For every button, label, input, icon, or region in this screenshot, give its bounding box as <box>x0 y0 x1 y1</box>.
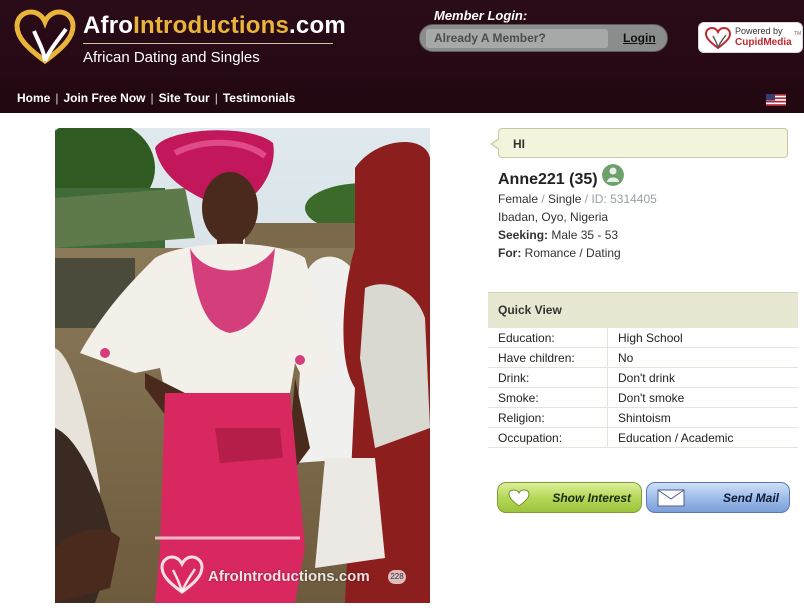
bubble-tail-inner <box>492 139 500 149</box>
nav-testimonials[interactable]: Testimonials <box>223 91 295 105</box>
nav-site-tour[interactable]: Site Tour <box>159 91 210 105</box>
show-interest-label: Show Interest <box>552 491 631 505</box>
quick-view-row: Occupation: Education / Academic <box>488 428 798 448</box>
main-nav: Home | Join Free Now | Site Tour | Testimonial… <box>17 91 295 105</box>
person-status-icon <box>602 164 624 186</box>
show-interest-button[interactable]: Show Interest <box>497 482 642 513</box>
nav-home[interactable]: Home <box>17 91 50 105</box>
profile-name: Anne221 (35) <box>498 171 598 188</box>
profile-seeking: Seeking: Male 35 - 53 <box>498 228 618 242</box>
quick-view-value: Education / Academic <box>618 431 734 445</box>
quick-view-label: Education: <box>488 328 608 347</box>
cupid-heart-icon <box>705 27 731 50</box>
member-login-input[interactable] <box>426 29 608 48</box>
profile-photo[interactable] <box>55 128 430 603</box>
login-title: Member Login: <box>434 8 528 23</box>
photo-watermark: AfroIntroductions.com <box>208 568 370 585</box>
send-mail-button[interactable]: Send Mail <box>646 482 790 513</box>
quick-view-label: Drink: <box>488 368 608 387</box>
profile-gender: Female <box>498 192 539 206</box>
basics-divider: / <box>584 192 589 206</box>
powered-by-text: Powered by <box>735 26 783 36</box>
quick-view-label: Occupation: <box>488 428 608 447</box>
quick-view-row: Smoke: Don't smoke <box>488 388 798 408</box>
profile-id: ID: 5314405 <box>591 192 657 206</box>
quick-view-panel: Quick View Education: High School Have c… <box>488 292 798 448</box>
quick-view-title: Quick View <box>488 292 798 328</box>
seeking-label: Seeking: <box>498 228 549 242</box>
send-mail-label: Send Mail <box>722 491 779 505</box>
nav-join-free-now[interactable]: Join Free Now <box>63 91 145 105</box>
brand-name[interactable]: AfroIntroductions.com <box>83 12 346 40</box>
watermark-heart-icon <box>160 555 204 594</box>
cupid-media-text: CupidMedia <box>735 37 792 48</box>
heart-logo-icon[interactable] <box>14 9 76 67</box>
quick-view-label: Have children: <box>488 348 608 367</box>
quick-view-value: Shintoism <box>618 411 671 425</box>
basics-divider: / <box>541 192 545 206</box>
for-value: Romance / Dating <box>524 246 621 260</box>
quick-view-value: Don't drink <box>618 371 675 385</box>
for-label: For: <box>498 246 522 260</box>
site-header: AfroIntroductions.com African Dating and… <box>0 0 804 113</box>
profile-for: For: Romance / Dating <box>498 246 621 260</box>
profile-photo-image <box>55 128 430 603</box>
login-box: Login <box>419 24 668 52</box>
profile-status: Single <box>548 192 582 206</box>
quick-view-value: High School <box>618 331 683 345</box>
profile-location: Ibadan, Oyo, Nigeria <box>498 210 609 224</box>
tagline: African Dating and Singles <box>83 49 260 66</box>
nav-separator: | <box>55 91 59 105</box>
trademark-text: TM <box>794 31 802 37</box>
brand-divider <box>83 43 333 44</box>
heart-icon <box>508 489 530 507</box>
profile-basics: Female / Single / ID: 5314405 <box>498 192 657 206</box>
greeting-bubble: HI <box>498 128 788 158</box>
photo-count-badge: 228 <box>388 570 406 584</box>
quick-view-label: Religion: <box>488 408 608 427</box>
quick-view-value: Don't smoke <box>618 391 685 405</box>
envelope-icon <box>657 489 685 507</box>
login-link[interactable]: Login <box>623 31 656 45</box>
quick-view-label: Smoke: <box>488 388 608 407</box>
cupid-media-badge[interactable]: Powered by CupidMedia TM <box>698 22 803 53</box>
nav-separator: | <box>150 91 154 105</box>
quick-view-row: Religion: Shintoism <box>488 408 798 428</box>
quick-view-row: Education: High School <box>488 328 798 348</box>
quick-view-row: Drink: Don't drink <box>488 368 798 388</box>
nav-separator: | <box>214 91 218 105</box>
us-flag-icon[interactable] <box>766 94 786 106</box>
seeking-value: Male 35 - 53 <box>551 228 619 242</box>
greeting-text: HI <box>513 137 525 151</box>
quick-view-row: Have children: No <box>488 348 798 368</box>
quick-view-value: No <box>618 351 634 365</box>
